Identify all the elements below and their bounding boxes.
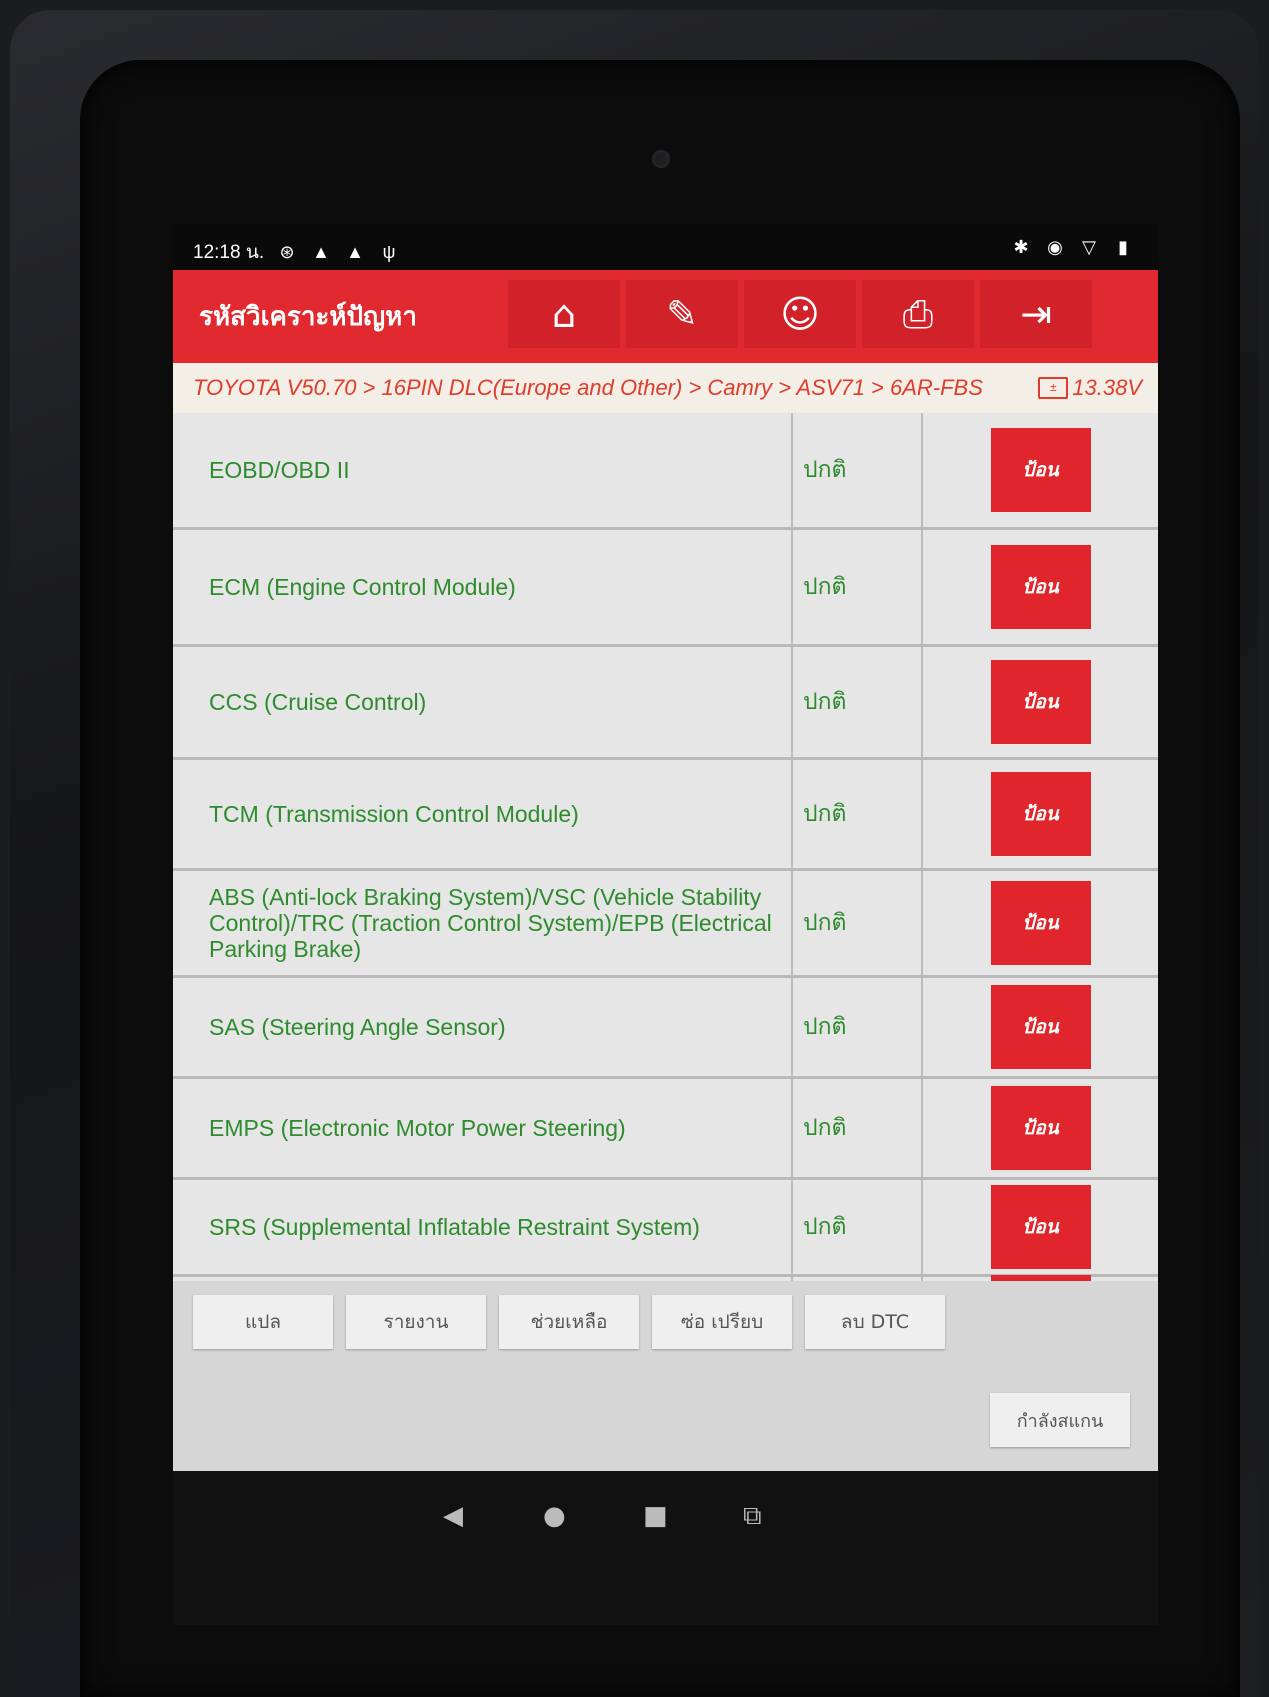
system-status: ปกติ bbox=[793, 647, 923, 757]
system-row[interactable]: ABS (Anti-lock Braking System)/VSC (Vehi… bbox=[173, 871, 1158, 978]
battery-voltage-icon: ± bbox=[1038, 377, 1069, 399]
enter-button-cell: ป้อน bbox=[923, 978, 1158, 1076]
print-icon: ⎙ bbox=[902, 291, 934, 336]
system-status: ปกติ bbox=[793, 530, 923, 644]
edit-button[interactable]: ✎ bbox=[626, 280, 738, 348]
voltage-value: 13.38V bbox=[1072, 375, 1142, 400]
status-bar: 12:18 น. ⊛ ▲ ▲ ψ ✱ ◉ ▽ ▮ bbox=[173, 225, 1158, 270]
enter-button[interactable]: ป้อน bbox=[990, 881, 1091, 965]
enter-button[interactable]: ป้อน bbox=[990, 985, 1091, 1069]
system-row[interactable]: TCM (Transmission Control Module) ปกติ ป้อ… bbox=[173, 760, 1158, 871]
warning-icon: ▲ bbox=[312, 242, 330, 262]
help-button[interactable]: ช่วยเหลือ bbox=[499, 1295, 639, 1349]
system-name: SAS (Steering Angle Sensor) bbox=[173, 978, 793, 1076]
exit-icon: ⇥ bbox=[1020, 292, 1052, 336]
footer-toolbar: แปล รายงาน ช่วยเหลือ ซ่อ เปรียบ ลบ DTC ก… bbox=[173, 1281, 1158, 1471]
enter-button[interactable]: ป้อน bbox=[990, 545, 1091, 629]
system-name: SRS (Supplemental Inflatable Restraint S… bbox=[173, 1180, 793, 1274]
user-icon: ☺ bbox=[780, 292, 820, 336]
edit-icon: ✎ bbox=[666, 292, 698, 336]
scanning-button[interactable]: กำลังสแกน bbox=[990, 1393, 1130, 1447]
location-icon: ◉ bbox=[1047, 237, 1063, 257]
print-button[interactable]: ⎙ bbox=[862, 280, 974, 348]
compare-button[interactable]: ซ่อ เปรียบ bbox=[652, 1295, 792, 1349]
system-status: ปกติ bbox=[793, 978, 923, 1076]
enter-button[interactable]: ป้อน bbox=[990, 1086, 1091, 1170]
enter-button-cell: ป้อน bbox=[923, 647, 1158, 757]
system-status: ปกติ bbox=[793, 1079, 923, 1177]
screenshot-icon[interactable]: ⧉ bbox=[743, 1501, 762, 1532]
system-status: ปกติ bbox=[793, 1180, 923, 1274]
system-row[interactable]: EOBD/OBD II ปกติ ป้อน bbox=[173, 413, 1158, 530]
system-status: ปกติ bbox=[793, 760, 923, 868]
front-camera bbox=[652, 150, 670, 168]
user-button[interactable]: ☺ bbox=[744, 280, 856, 348]
enter-button-cell: ป้อน bbox=[923, 1079, 1158, 1177]
system-name: ABS (Anti-lock Braking System)/VSC (Vehi… bbox=[173, 871, 793, 975]
home-nav-icon[interactable]: ● bbox=[543, 1501, 566, 1531]
clear-dtc-button[interactable]: ลบ DTC bbox=[805, 1295, 945, 1349]
voltage-indicator: ± 13.38V bbox=[1038, 363, 1142, 413]
toolbar: ⌂ ✎ ☺ ⎙ ⇥ bbox=[508, 280, 1092, 348]
tablet-screen: 12:18 น. ⊛ ▲ ▲ ψ ✱ ◉ ▽ ▮ รหัสวิเคราะห์ปั… bbox=[173, 225, 1158, 1625]
enter-button-cell: ป้อน bbox=[923, 413, 1158, 527]
system-row[interactable]: EMPS (Electronic Motor Power Steering) ปก… bbox=[173, 1079, 1158, 1180]
wifi-icon: ▽ bbox=[1082, 237, 1096, 257]
enter-button[interactable]: ป้อน bbox=[990, 428, 1091, 512]
enter-button[interactable]: ป้อน bbox=[990, 772, 1091, 856]
usb-icon: ψ bbox=[382, 242, 396, 262]
clock-alarm-icon: ⊛ bbox=[279, 242, 295, 262]
enter-button-cell: ป้อน bbox=[923, 871, 1158, 975]
battery-icon: ▮ bbox=[1118, 237, 1128, 257]
system-status: ปกติ bbox=[793, 871, 923, 975]
system-row[interactable]: SRS (Supplemental Inflatable Restraint S… bbox=[173, 1180, 1158, 1277]
enter-button-cell: ป้อน bbox=[923, 1180, 1158, 1274]
back-icon[interactable]: ◀ bbox=[443, 1501, 463, 1531]
system-name: TCM (Transmission Control Module) bbox=[173, 760, 793, 868]
system-name: EOBD/OBD II bbox=[173, 413, 793, 527]
app-header: รหัสวิเคราะห์ปัญหา ⌂ ✎ ☺ ⎙ ⇥ bbox=[173, 270, 1158, 363]
system-status: ปกติ bbox=[793, 413, 923, 527]
enter-button[interactable]: ป้อน bbox=[990, 1185, 1091, 1269]
enter-button-cell: ป้อน bbox=[923, 530, 1158, 644]
clock: 12:18 น. bbox=[193, 242, 265, 263]
system-name: ECM (Engine Control Module) bbox=[173, 530, 793, 644]
system-row[interactable]: SAS (Steering Angle Sensor) ปกติ ป้อน bbox=[173, 978, 1158, 1079]
recents-icon[interactable]: ■ bbox=[643, 1501, 668, 1531]
enter-button[interactable]: ป้อน bbox=[990, 660, 1091, 744]
system-name: CCS (Cruise Control) bbox=[173, 647, 793, 757]
exit-button[interactable]: ⇥ bbox=[980, 280, 1092, 348]
breadcrumb: TOYOTA V50.70 > 16PIN DLC(Europe and Oth… bbox=[173, 363, 1158, 413]
page-title: รหัสวิเคราะห์ปัญหา bbox=[199, 301, 417, 331]
enter-button-cell: ป้อน bbox=[923, 760, 1158, 868]
system-row[interactable]: ECM (Engine Control Module) ปกติ ป้อน bbox=[173, 530, 1158, 647]
bluetooth-icon: ✱ bbox=[1013, 237, 1029, 257]
translate-button[interactable]: แปล bbox=[193, 1295, 333, 1349]
breadcrumb-path: TOYOTA V50.70 > 16PIN DLC(Europe and Oth… bbox=[193, 375, 983, 400]
home-button[interactable]: ⌂ bbox=[508, 280, 620, 348]
system-name: EMPS (Electronic Motor Power Steering) bbox=[173, 1079, 793, 1177]
home-icon: ⌂ bbox=[551, 292, 577, 336]
android-nav-bar: ◀ ● ■ ⧉ bbox=[173, 1471, 1158, 1625]
system-row[interactable]: CCS (Cruise Control) ปกติ ป้อน bbox=[173, 647, 1158, 760]
report-button[interactable]: รายงาน bbox=[346, 1295, 486, 1349]
warning-icon: ▲ bbox=[346, 242, 364, 262]
